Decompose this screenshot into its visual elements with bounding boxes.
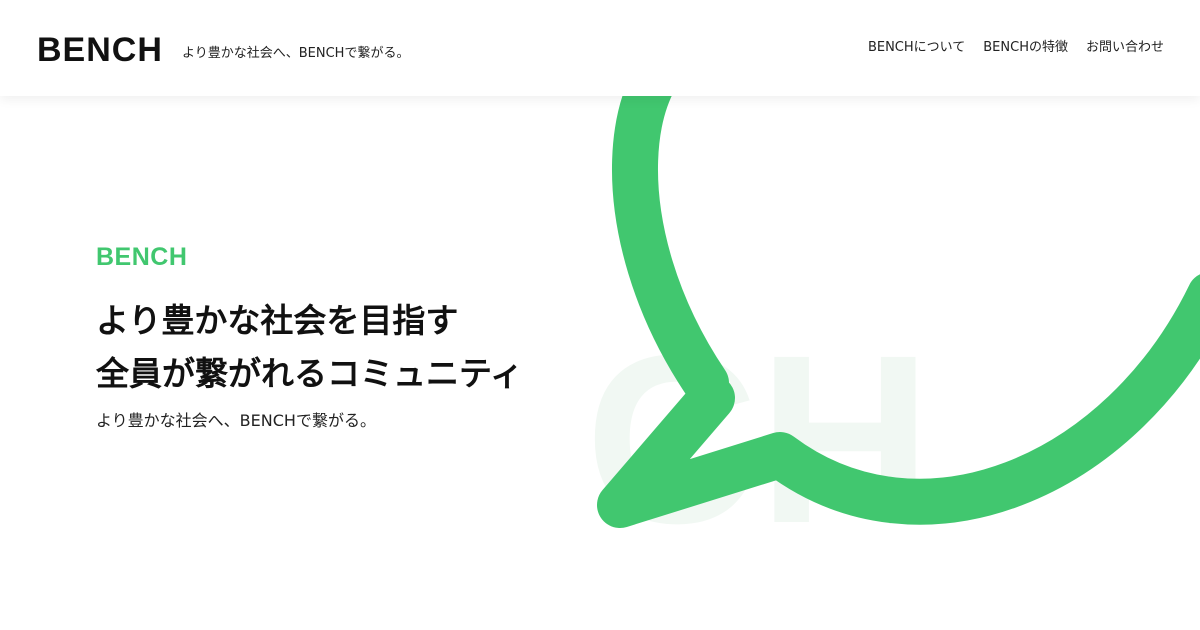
- main-nav: BENCHについて BENCHの特徴 お問い合わせ: [868, 39, 1164, 57]
- hero-subtitle: より豊かな社会へ、BENCHで繋がる。: [96, 411, 376, 430]
- nav-item-about[interactable]: BENCHについて: [868, 39, 965, 57]
- nav-item-features[interactable]: BENCHの特徴: [983, 39, 1068, 57]
- site-tagline: より豊かな社会へ、BENCHで繋がる。: [182, 46, 410, 61]
- hero-brand: BENCH: [96, 243, 188, 271]
- hero-title-line-1: より豊かな社会を目指す: [96, 301, 459, 340]
- site-logo[interactable]: BENCH: [37, 30, 163, 70]
- site-header: BENCH より豊かな社会へ、BENCHで繋がる。 BENCHについて BENC…: [0, 0, 1200, 96]
- nav-item-contact[interactable]: お問い合わせ: [1086, 39, 1164, 57]
- hero-section: BENCH より豊かな社会を目指す 全員が繋がれるコミュニティ より豊かな社会へ…: [96, 240, 523, 432]
- hero-title-line-2: 全員が繋がれるコミュニティ: [96, 354, 524, 393]
- hero-title: より豊かな社会を目指す 全員が繋がれるコミュニティ: [96, 294, 523, 400]
